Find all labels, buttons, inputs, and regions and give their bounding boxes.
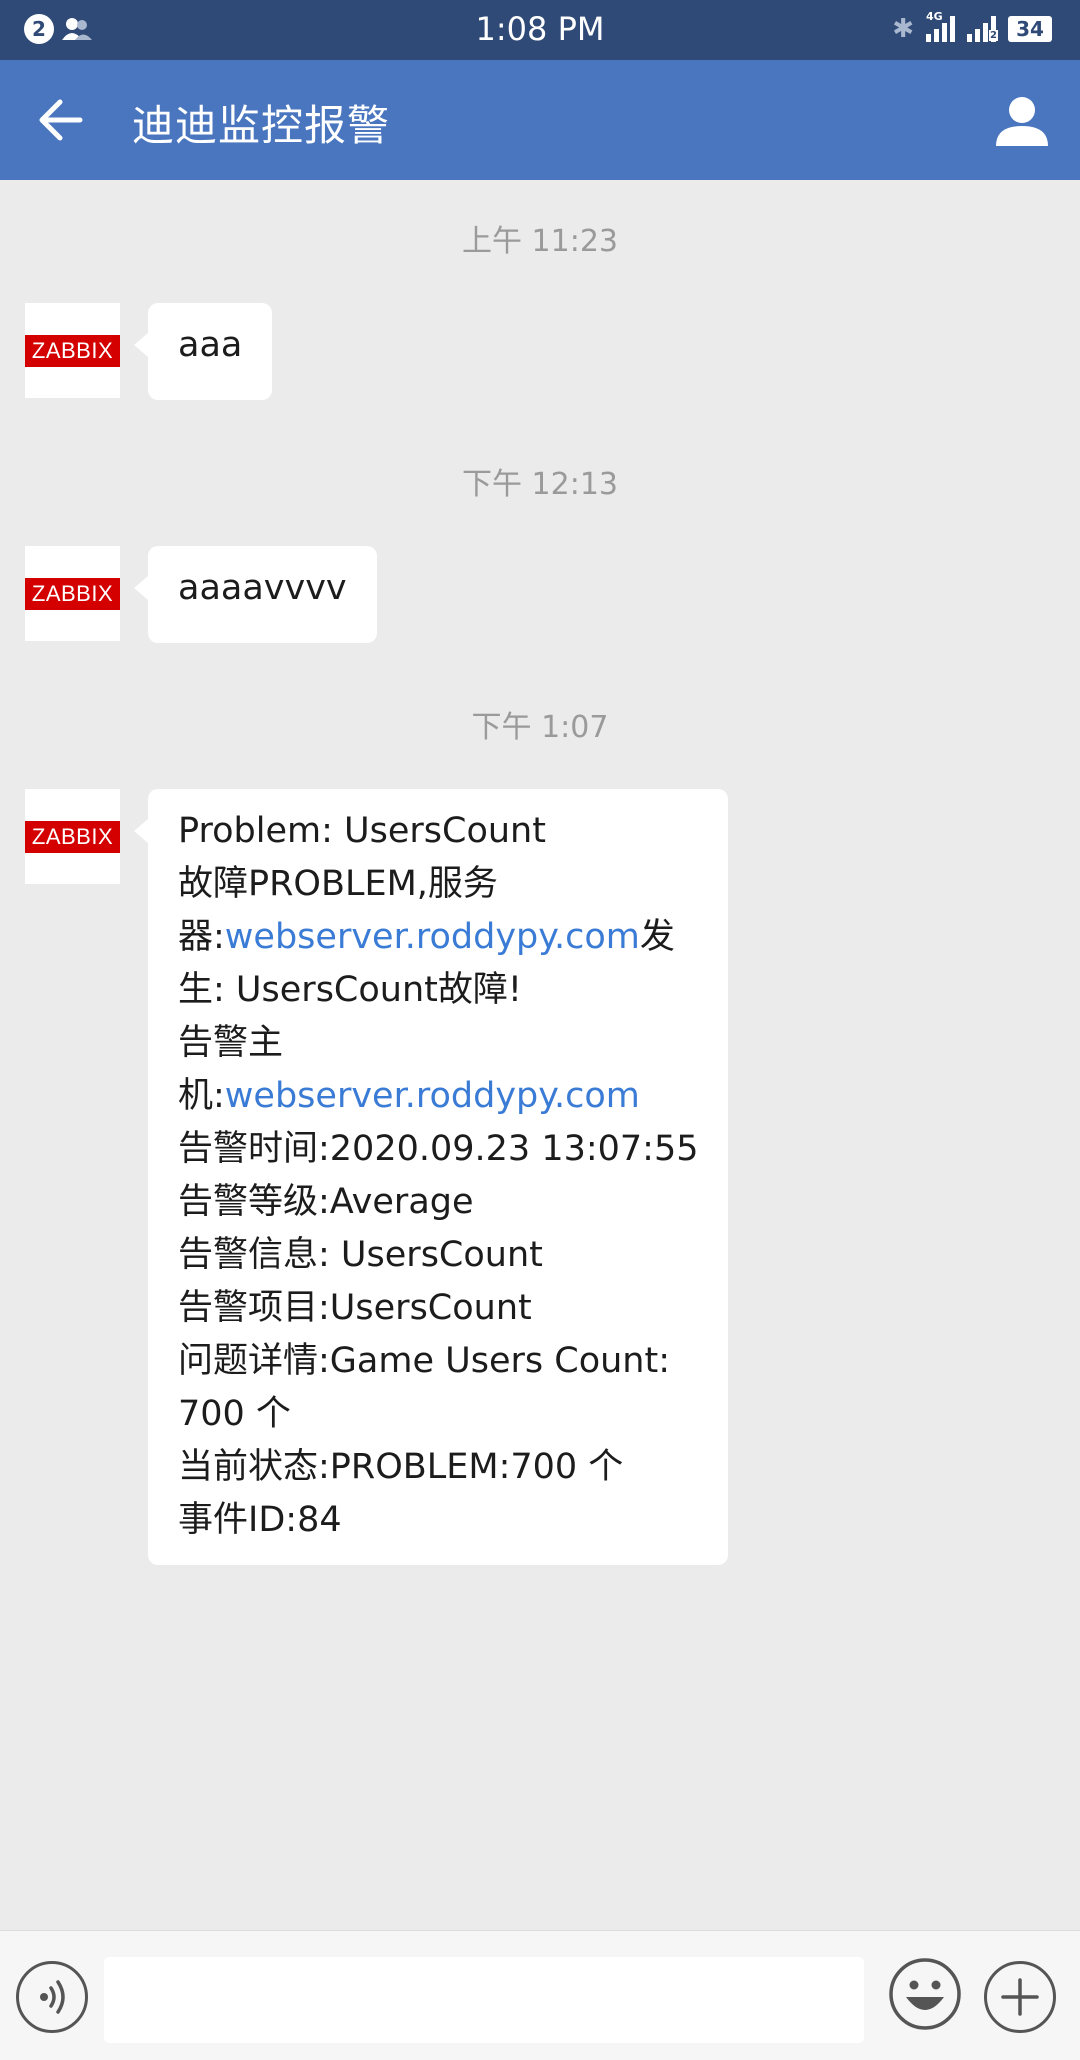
host-link[interactable]: webserver.roddypy.com (225, 917, 640, 957)
alert-line: 告警主 (178, 1023, 284, 1063)
message-timestamp: 下午 1:07 (471, 710, 609, 745)
message-bubble[interactable]: aaaavvvv (134, 546, 377, 643)
message-text: aaaavvvv (178, 568, 347, 608)
host-link[interactable]: webserver.roddypy.com (225, 1076, 640, 1116)
message-timestamp: 下午 12:13 (462, 467, 618, 502)
alert-line: 当前状态:PROBLEM:700 个 (178, 1447, 624, 1487)
alert-message-bubble[interactable]: Problem: UsersCount 故障PROBLEM,服务 器:webse… (134, 789, 728, 1565)
signal-sim2-icon: 2 (967, 16, 998, 42)
zabbix-logo: ZABBIX (25, 820, 120, 853)
sender-avatar[interactable]: ZABBIX (25, 789, 120, 884)
sender-avatar[interactable]: ZABBIX (25, 303, 120, 398)
alert-line: 告警时间:2020.09.23 13:07:55 (178, 1129, 699, 1169)
chat-area[interactable]: 上午 11:23 ZABBIX aaa 下午 12:13 ZABBIX aaaa… (0, 180, 1080, 1930)
person-icon (996, 97, 1048, 146)
battery-indicator: 34 (1008, 16, 1052, 42)
alert-line: 器:webserver.roddypy.com发 (178, 911, 698, 964)
message-bubble[interactable]: aaa (133, 303, 273, 400)
back-button[interactable] (30, 90, 90, 150)
status-bar: 2 1:08 PM ✱ 4G 2 34 (0, 0, 1080, 60)
alert-line: 700 个 (178, 1394, 291, 1434)
alert-line: 事件ID:84 (178, 1500, 342, 1540)
emoji-button[interactable] (888, 1957, 962, 2031)
more-options-button[interactable] (984, 1961, 1056, 2033)
page-title: 迪迪监控报警 (132, 101, 391, 150)
sender-avatar[interactable]: ZABBIX (25, 546, 120, 641)
smiley-icon (889, 1958, 961, 2030)
input-bar (0, 1930, 1080, 2060)
bluetooth-icon: ✱ (892, 14, 914, 44)
voice-icon (40, 1980, 65, 2014)
sim-slot-label: 2 (989, 30, 998, 41)
plus-icon (1001, 1978, 1039, 2016)
back-arrow-icon (39, 99, 83, 141)
alert-line: 生: UsersCount故障! (178, 970, 522, 1010)
voice-input-button[interactable] (16, 1961, 88, 2033)
alert-line-text: 发 (639, 917, 675, 957)
alert-line-text: 器: (178, 917, 225, 957)
alert-line: 告警项目:UsersCount (178, 1288, 532, 1328)
alert-line: 告警等级:Average (178, 1182, 474, 1222)
alert-line: 机:webserver.roddypy.com (178, 1070, 698, 1123)
alert-line: Problem: UsersCount (178, 811, 546, 851)
status-right: ✱ 4G 2 34 (892, 10, 1052, 44)
message-input[interactable] (104, 1957, 864, 2043)
signal-4g-icon: 4G (926, 10, 955, 42)
alert-line: 故障PROBLEM,服务 (178, 864, 498, 904)
alert-line: 告警信息: UsersCount (178, 1235, 543, 1275)
network-type-label: 4G (926, 10, 943, 23)
chat-info-button[interactable] (992, 90, 1052, 150)
title-bar: 迪迪监控报警 (0, 60, 1080, 180)
message-timestamp: 上午 11:23 (462, 224, 618, 259)
alert-line-text: 机: (178, 1076, 225, 1116)
message-text: aaa (178, 325, 243, 365)
zabbix-logo: ZABBIX (25, 334, 120, 367)
alert-line: 问题详情:Game Users Count: (178, 1341, 670, 1381)
zabbix-logo: ZABBIX (25, 577, 120, 610)
